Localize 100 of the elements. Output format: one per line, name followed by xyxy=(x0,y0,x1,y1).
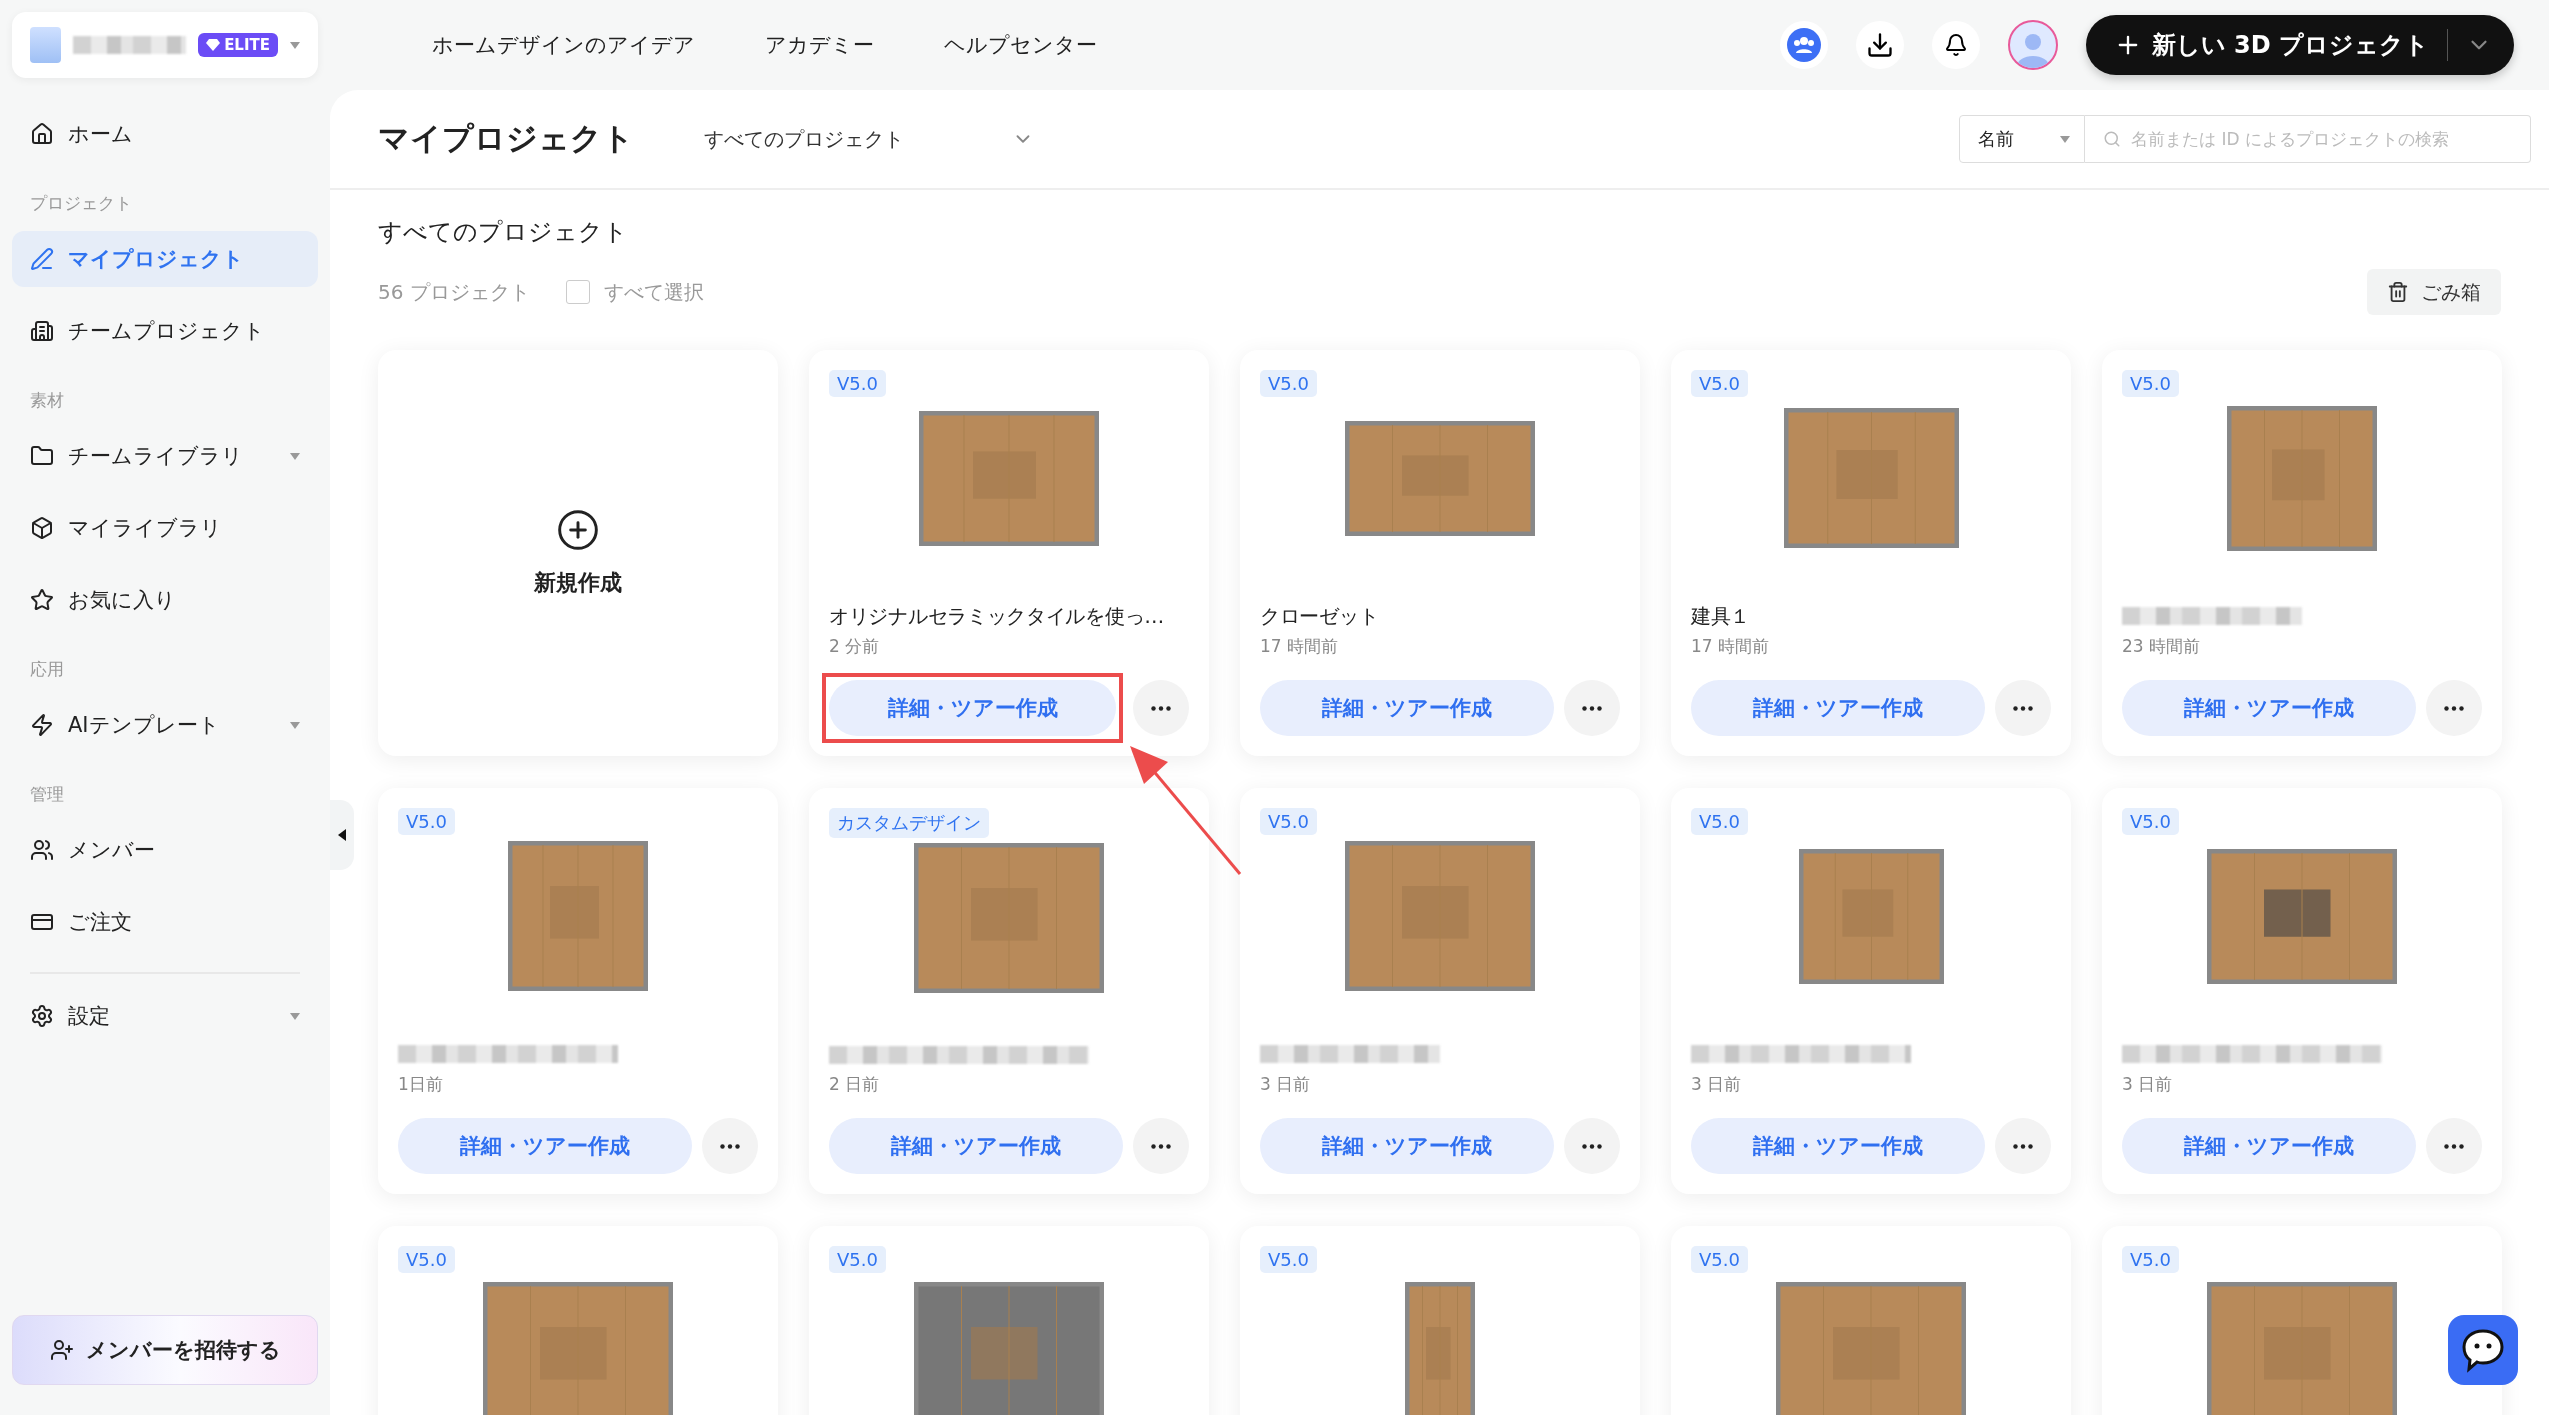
updated-time: 3 日前 xyxy=(2122,1073,2174,1096)
version-tag: V5.0 xyxy=(398,1246,455,1273)
add-icon xyxy=(556,508,600,552)
notification-button[interactable] xyxy=(1931,21,1980,69)
project-card[interactable]: V5.0 23 時間前 詳細・ツアー作成 xyxy=(2102,350,2502,756)
details-tour-button[interactable]: 詳細・ツアー作成 xyxy=(1691,680,1985,736)
updated-time: 3 日前 xyxy=(1691,1073,1743,1096)
page-title: マイプロジェクト xyxy=(378,119,634,158)
more-icon xyxy=(1582,705,1602,711)
updated-time: 17 時間前 xyxy=(1691,635,1771,658)
team-button[interactable] xyxy=(1779,21,1828,69)
project-filter-dropdown[interactable]: すべてのプロジェクト xyxy=(704,125,1034,153)
details-tour-button[interactable]: 詳細・ツアー作成 xyxy=(1691,1118,1985,1174)
updated-time: 2 分前 xyxy=(829,635,881,658)
more-icon xyxy=(1151,1143,1171,1149)
more-icon xyxy=(2444,1143,2464,1149)
details-tour-button[interactable]: 詳細・ツアー作成 xyxy=(398,1118,692,1174)
gear-icon xyxy=(30,1004,54,1028)
sidebar-item[interactable]: お気に入り xyxy=(12,572,318,628)
sidebar-item[interactable]: マイプロジェクト xyxy=(12,231,318,287)
more-icon xyxy=(720,1143,740,1149)
nav-link[interactable]: ヘルプセンター xyxy=(944,31,1097,59)
new-project-button[interactable]: 新しい 3D プロジェクト xyxy=(2085,15,2514,75)
team-icon xyxy=(1786,28,1821,62)
add-user-icon xyxy=(49,1338,74,1362)
select-all-checkbox[interactable]: すべて選択 xyxy=(565,278,704,306)
sidebar-item[interactable]: AIテンプレート xyxy=(12,697,318,753)
version-tag: V5.0 xyxy=(2122,370,2179,397)
trash-button[interactable]: ごみ箱 xyxy=(2367,269,2501,315)
section-label: 素材 xyxy=(29,389,65,412)
more-icon xyxy=(1582,1143,1602,1149)
project-card[interactable]: V5.0 建具１ 17 時間前 詳細・ツアー作成 xyxy=(1671,350,2071,756)
chat-button[interactable] xyxy=(2448,1315,2518,1385)
project-card[interactable]: カスタムデザイン 2 日前 詳細・ツアー作成 xyxy=(809,788,1209,1194)
nav-link[interactable]: ホームデザインのアイデア xyxy=(432,31,695,59)
details-tour-button[interactable]: 詳細・ツアー作成 xyxy=(1260,1118,1554,1174)
more-icon xyxy=(1151,705,1171,711)
version-tag: V5.0 xyxy=(1691,370,1748,397)
details-tour-button[interactable]: 詳細・ツアー作成 xyxy=(2122,680,2416,736)
project-card[interactable]: V5.0 3 日前 詳細・ツアー作成 xyxy=(2102,788,2502,1194)
project-count: 56 プロジェクト xyxy=(378,278,530,306)
project-card[interactable]: V5.0 xyxy=(809,1226,1209,1415)
cube-icon xyxy=(30,516,54,540)
project-card[interactable]: V5.0 xyxy=(1240,1226,1640,1415)
search-icon xyxy=(2103,130,2121,148)
version-tag: V5.0 xyxy=(1691,1246,1748,1273)
version-tag: V5.0 xyxy=(829,370,886,397)
new-project-card[interactable]: 新規作成 xyxy=(378,350,778,756)
invite-members-button[interactable]: メンバーを招待する xyxy=(12,1315,318,1385)
folder-icon xyxy=(30,444,54,468)
download-button[interactable] xyxy=(1855,21,1904,69)
account-switcher[interactable]: ELITE xyxy=(12,12,318,78)
sidebar-item[interactable]: チームライブラリ xyxy=(12,428,318,484)
project-card[interactable]: V5.0 xyxy=(1671,1226,2071,1415)
team-logo xyxy=(30,27,62,63)
updated-time: 17 時間前 xyxy=(1260,635,1340,658)
project-title: オリジナルセラミックタイルを使っ… xyxy=(829,602,1165,630)
search-field[interactable]: 名前または ID によるプロジェクトの検索 xyxy=(2085,115,2531,163)
project-card[interactable]: V5.0 3 日前 詳細・ツアー作成 xyxy=(1671,788,2071,1194)
pen-icon xyxy=(30,247,54,271)
trash-icon xyxy=(2387,281,2409,303)
sidebar-item[interactable]: マイライブラリ xyxy=(12,500,318,556)
user-avatar[interactable] xyxy=(2007,20,2058,70)
caret-icon xyxy=(290,41,300,49)
details-tour-button[interactable]: 詳細・ツアー作成 xyxy=(2122,1118,2416,1174)
sidebar-item[interactable]: チームプロジェクト xyxy=(12,303,318,359)
project-card[interactable]: V5.0 クローゼット 17 時間前 詳細・ツアー作成 xyxy=(1240,350,1640,756)
project-card[interactable]: V5.0 オリジナルセラミックタイルを使っ… 2 分前 詳細・ツアー作成 xyxy=(809,350,1209,756)
section-label: プロジェクト xyxy=(29,192,133,215)
home-icon xyxy=(30,122,54,146)
updated-time: 2 日前 xyxy=(829,1073,881,1096)
collapse-sidebar-button[interactable] xyxy=(330,800,354,870)
details-tour-button[interactable]: 詳細・ツアー作成 xyxy=(1260,680,1554,736)
updated-time: 1日前 xyxy=(398,1073,444,1096)
sort-dropdown[interactable]: 名前 xyxy=(1959,115,2085,163)
chat-icon xyxy=(2460,1327,2506,1373)
details-tour-button[interactable]: 詳細・ツアー作成 xyxy=(829,1118,1123,1174)
sidebar-item[interactable]: ホーム xyxy=(12,106,318,162)
sidebar-item[interactable]: 設定 xyxy=(12,988,318,1044)
sidebar-item[interactable]: メンバー xyxy=(12,822,318,878)
version-tag: V5.0 xyxy=(1260,370,1317,397)
project-card[interactable]: V5.0 3 日前 詳細・ツアー作成 xyxy=(1240,788,1640,1194)
project-card[interactable]: V5.0 xyxy=(378,1226,778,1415)
project-title: 建具１ xyxy=(1691,602,1752,630)
details-tour-button[interactable]: 詳細・ツアー作成 xyxy=(829,680,1116,736)
nav-link[interactable]: アカデミー xyxy=(765,31,874,59)
project-card[interactable]: V5.0 xyxy=(2102,1226,2502,1415)
project-card[interactable]: V5.0 1日前 詳細・ツアー作成 xyxy=(378,788,778,1194)
sidebar-item[interactable]: ご注文 xyxy=(12,894,318,950)
project-title: クローゼット xyxy=(1260,602,1380,630)
more-icon xyxy=(2013,705,2033,711)
version-tag: V5.0 xyxy=(1260,808,1317,835)
more-icon xyxy=(2013,1143,2033,1149)
star-icon xyxy=(30,588,54,612)
diamond-icon xyxy=(206,39,221,51)
version-tag: V5.0 xyxy=(1691,808,1748,835)
lightning-icon xyxy=(30,713,54,737)
caret-icon xyxy=(2060,135,2070,143)
version-tag: V5.0 xyxy=(398,808,455,835)
version-tag: V5.0 xyxy=(2122,808,2179,835)
